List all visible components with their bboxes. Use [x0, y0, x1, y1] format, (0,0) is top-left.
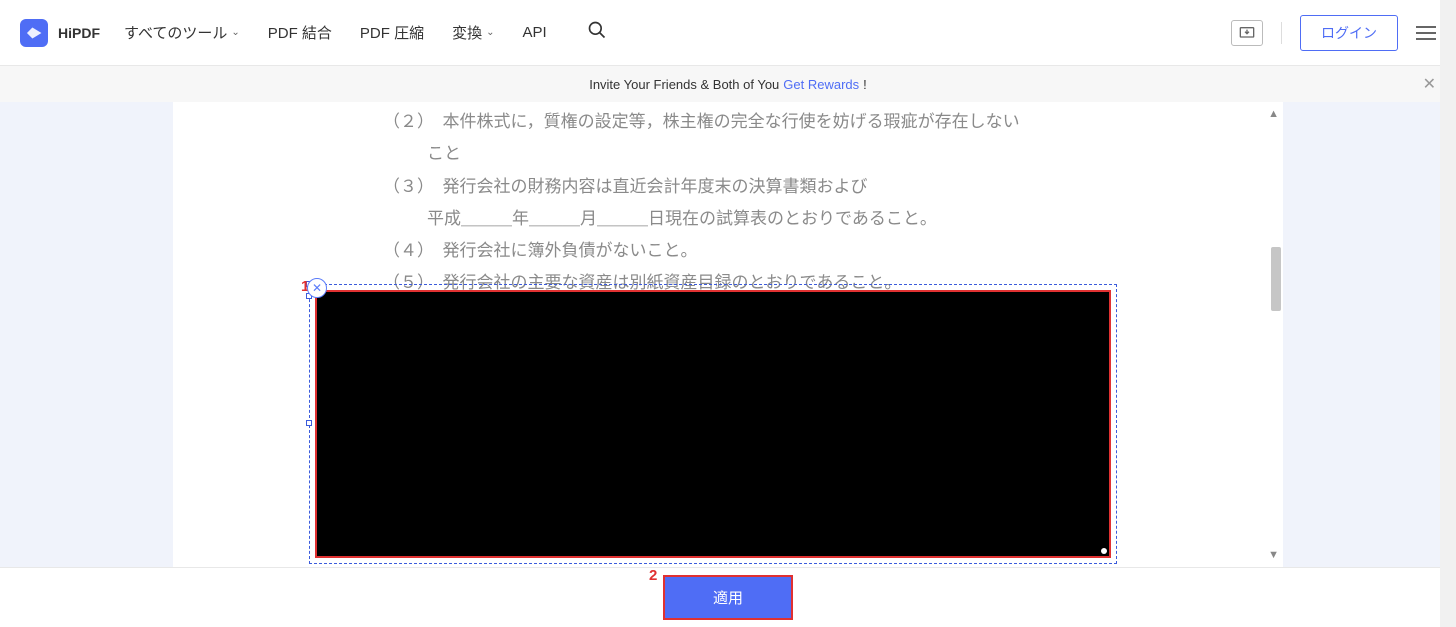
redaction-box[interactable] [315, 290, 1111, 558]
login-button[interactable]: ログイン [1300, 15, 1398, 51]
nav-all-tools[interactable]: すべてのツール ⌄ [124, 22, 240, 43]
logo-icon[interactable] [20, 19, 48, 47]
download-desktop-button[interactable] [1231, 20, 1263, 46]
document-content: （２） 本件株式に，質権の設定等，株主権の完全な行使を妨げる瑕疵が存在しない こ… [173, 102, 1283, 300]
doc-line: こと [383, 138, 1073, 170]
close-icon[interactable]: ✕ [1423, 74, 1436, 94]
nav-all-tools-label: すべてのツール [124, 22, 227, 43]
annotation-marker-2: 2 [649, 567, 657, 584]
nav-convert[interactable]: 変換 ⌄ [452, 22, 494, 43]
banner-link[interactable]: Get Rewards [783, 77, 859, 92]
doc-line: （２） 本件株式に，質権の設定等，株主権の完全な行使を妨げる瑕疵が存在しない [383, 106, 1073, 138]
nav-api[interactable]: API [523, 24, 547, 41]
resize-handle[interactable] [306, 420, 312, 426]
footer-bar: 2 適用 [0, 567, 1456, 627]
header-divider [1281, 22, 1282, 44]
page-scrollbar[interactable] [1440, 0, 1456, 627]
nav-convert-label: 変換 [452, 22, 482, 43]
app-header: HiPDF すべてのツール ⌄ PDF 結合 PDF 圧縮 変換 ⌄ API ログイ… [0, 0, 1456, 66]
menu-icon[interactable] [1416, 22, 1436, 44]
chevron-down-icon: ⌄ [486, 27, 494, 38]
main-nav: すべてのツール ⌄ PDF 結合 PDF 圧縮 変換 ⌄ API [124, 20, 607, 45]
promo-banner: Invite Your Friends & Both of You Get Re… [0, 66, 1456, 102]
header-right: ログイン [1231, 15, 1436, 51]
resize-handle[interactable] [1101, 548, 1107, 554]
doc-line: （３） 発行会社の財務内容は直近会計年度末の決算書類および [383, 171, 1073, 203]
banner-suffix: ! [863, 77, 867, 92]
nav-merge[interactable]: PDF 結合 [268, 22, 332, 43]
apply-wrap: 2 適用 [663, 575, 793, 620]
scrollbar-thumb[interactable] [1271, 247, 1281, 311]
delete-selection-button[interactable]: ✕ [307, 278, 327, 298]
brand-name[interactable]: HiPDF [58, 25, 100, 41]
doc-line: （４） 発行会社に簿外負債がないこと。 [383, 235, 1073, 267]
banner-prefix: Invite Your Friends & Both of You [589, 77, 779, 92]
workspace: （２） 本件株式に，質権の設定等，株主権の完全な行使を妨げる瑕疵が存在しない こ… [0, 102, 1456, 567]
scroll-up-icon[interactable]: ▲ [1268, 108, 1279, 120]
chevron-down-icon: ⌄ [231, 27, 239, 38]
nav-compress[interactable]: PDF 圧縮 [360, 22, 424, 43]
search-icon[interactable] [587, 20, 607, 45]
document-viewer[interactable]: （２） 本件株式に，質権の設定等，株主権の完全な行使を妨げる瑕疵が存在しない こ… [173, 102, 1283, 567]
scroll-down-icon[interactable]: ▼ [1268, 549, 1279, 561]
doc-line: 平成＿＿＿年＿＿＿月＿＿＿日現在の試算表のとおりであること。 [383, 203, 1073, 235]
apply-button[interactable]: 適用 [663, 575, 793, 620]
